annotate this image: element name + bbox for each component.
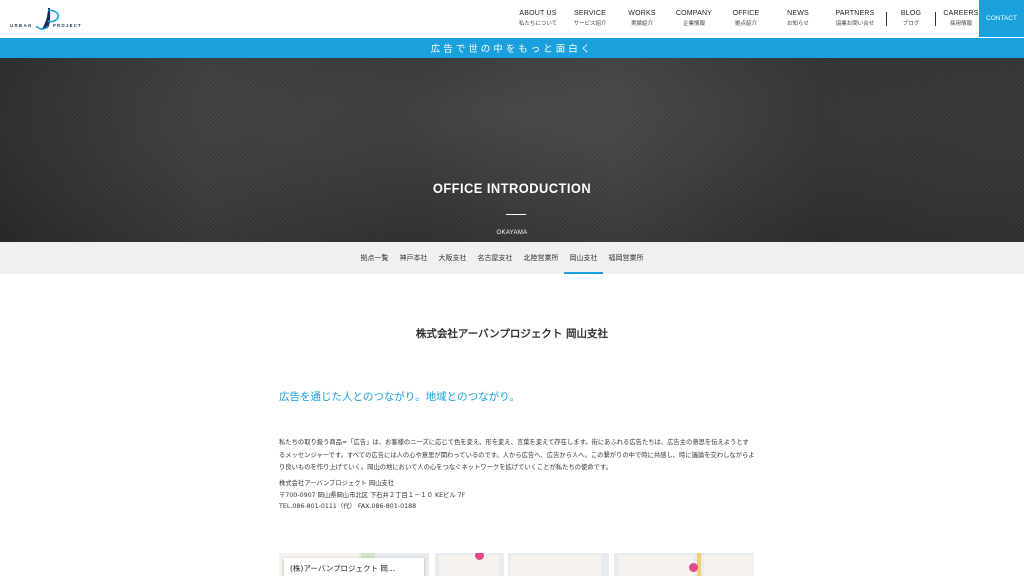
map-main-road <box>697 553 701 576</box>
nav-sublabel: 実績紹介 <box>630 20 653 27</box>
tab-hokuriku-office[interactable]: 北陸営業所 <box>518 242 564 274</box>
hero-title: OFFICE INTRODUCTION <box>432 180 592 196</box>
nav-label: COMPANY <box>675 9 713 17</box>
contact-button[interactable]: CONTACT <box>979 0 1024 37</box>
hero-subtitle: OKAYAMA <box>496 230 528 236</box>
nav-label: WORKS <box>628 9 656 17</box>
address-postal: 〒700-0907 岡山県岡山市北区 下石井２丁目１－１０ KEビル 7F <box>279 491 466 499</box>
nav-sublabel: 採用情報 <box>949 20 972 27</box>
svg-text:PROJECT: PROJECT <box>53 23 82 28</box>
nav-sublabel: ブログ <box>902 20 920 27</box>
address-tel-fax: TEL.086-801-0111（代） FAX.086-801-0188 <box>279 503 417 510</box>
nav-label: CAREERS <box>943 9 979 17</box>
hero-banner: OFFICE INTRODUCTION OKAYAMA <box>0 58 1024 242</box>
nav-news[interactable]: NEWS お知らせ <box>772 0 824 37</box>
nav-about-us[interactable]: ABOUT US 私たちについて <box>512 0 564 37</box>
nav-sublabel: お知らせ <box>787 20 809 27</box>
tab-nagoya-branch[interactable]: 名古屋支社 <box>472 242 518 274</box>
map-road <box>429 553 435 576</box>
nav-sublabel: 協業お問い合せ <box>835 20 875 27</box>
main-nav: ABOUT US 私たちについて SERVICE サービス紹介 WORKS 実績… <box>512 0 986 37</box>
nav-label: PARTNERS <box>835 9 875 17</box>
nav-office[interactable]: OFFICE 拠点紹介 <box>720 0 772 37</box>
description-text: 私たちの取り扱う商品=「広告」は、お客様のニーズに応じて色を変え、形を変え、言葉… <box>279 439 755 471</box>
nav-label: NEWS <box>787 9 809 17</box>
nav-company[interactable]: COMPANY 企業情報 <box>668 0 720 37</box>
map-place-card[interactable]: (株)アーバンプロジェクト 岡... <box>284 558 424 576</box>
tab-fukuoka-office[interactable]: 福岡営業所 <box>603 242 649 274</box>
nav-label: BLOG <box>900 9 922 17</box>
nav-label: ABOUT US <box>519 9 557 17</box>
office-tabs: 拠点一覧 神戸本社 大阪支社 名古屋支社 北陸営業所 岡山支社 福岡営業所 <box>355 242 649 274</box>
company-title: 株式会社アーバンプロジェクト 岡山支社 <box>415 328 609 340</box>
tab-osaka-branch[interactable]: 大阪支社 <box>433 242 472 274</box>
svg-text:URBAN: URBAN <box>10 23 33 28</box>
map-block <box>704 555 754 576</box>
map-road <box>609 553 614 576</box>
nav-works[interactable]: WORKS 実績紹介 <box>616 0 668 37</box>
address-block: 株式会社アーバンプロジェクト 岡山支社 〒700-0907 岡山県岡山市北区 下… <box>279 478 465 513</box>
urban-project-logo[interactable]: URBAN PROJECT <box>10 6 95 32</box>
nav-sublabel: 拠点紹介 <box>734 20 757 27</box>
nav-sublabel: 企業情報 <box>682 20 705 27</box>
map-place-name: (株)アーバンプロジェクト 岡... <box>290 564 396 573</box>
map-block <box>439 555 499 576</box>
nav-service[interactable]: SERVICE サービス紹介 <box>564 0 616 37</box>
catchphrase: 広告を通じた人とのつながり。地域とのつながり。 <box>279 391 520 403</box>
tab-office-list[interactable]: 拠点一覧 <box>355 242 394 274</box>
tagline-bar: 広告で世の中をもっと面白く <box>0 38 1024 58</box>
tab-kobe-head-office[interactable]: 神戸本社 <box>394 242 433 274</box>
nav-label: OFFICE <box>732 9 760 17</box>
map-poi-icon[interactable] <box>689 563 698 572</box>
nav-label: SERVICE <box>573 9 606 17</box>
map-block <box>511 555 601 576</box>
tab-okayama-branch[interactable]: 岡山支社 <box>564 242 603 274</box>
map-road <box>504 553 508 576</box>
nav-blog[interactable]: BLOG ブログ <box>887 0 935 37</box>
address-company-name: 株式会社アーバンプロジェクト 岡山支社 <box>279 480 395 487</box>
hero-divider <box>506 214 526 215</box>
office-tabs-bar: 拠点一覧 神戸本社 大阪支社 名古屋支社 北陸営業所 岡山支社 福岡営業所 <box>0 242 1024 274</box>
tagline-text: 広告で世の中をもっと面白く <box>430 44 594 55</box>
map-block <box>619 555 694 576</box>
nav-partners[interactable]: PARTNERS 協業お問い合せ <box>824 0 886 37</box>
nav-sublabel: サービス紹介 <box>573 20 607 27</box>
google-map[interactable]: (株)アーバンプロジェクト 岡... <box>279 553 754 576</box>
site-header: URBAN PROJECT ABOUT US 私たちについて SERVICE サ… <box>0 0 1024 37</box>
nav-sublabel: 私たちについて <box>518 20 558 27</box>
